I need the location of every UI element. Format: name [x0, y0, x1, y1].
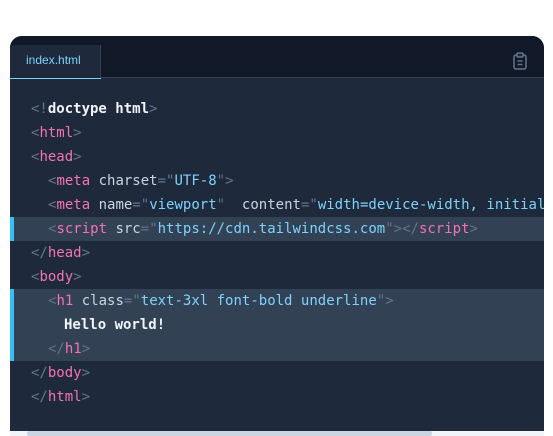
code-token: </ — [48, 341, 65, 357]
highlighted-code-line: Hello world! — [10, 313, 544, 337]
code-token: </ — [31, 245, 48, 261]
code-token: " — [140, 197, 150, 213]
code-token: script — [56, 221, 108, 237]
code-token: doctype html — [47, 101, 150, 117]
code-editor-panel: index.html <!doctype html> <html> <head>… — [10, 36, 544, 436]
code-line: </head> — [10, 241, 544, 265]
code-line: <body> — [10, 265, 544, 289]
code-token: = — [157, 173, 167, 189]
code-token: = — [140, 221, 150, 237]
code-token: " — [216, 197, 226, 213]
code-token: " — [216, 173, 226, 189]
code-token: https://cdn.tailwindcss.com — [157, 221, 386, 237]
code-token: > — [469, 221, 478, 237]
code-token: </ — [31, 365, 48, 381]
code-token: html — [47, 389, 82, 405]
code-token: " — [376, 293, 386, 309]
code-line: <!doctype html> — [10, 97, 544, 121]
code-token: head — [47, 245, 82, 261]
code-line: <meta charset="UTF-8"> — [10, 169, 544, 193]
code-token: > — [73, 149, 82, 165]
code-token: " — [149, 221, 158, 237]
highlighted-code-line: </h1> — [10, 337, 544, 361]
code-token: name — [98, 197, 133, 213]
code-token: h1 — [56, 293, 74, 309]
code-text: Hello world! — [64, 317, 166, 333]
scrollbar-thumb[interactable] — [27, 431, 432, 436]
active-tab-indicator — [10, 78, 101, 79]
code-token: class — [81, 293, 124, 309]
code-token: > — [73, 125, 82, 141]
code-token: </ — [31, 389, 48, 405]
code-token: > — [385, 293, 394, 309]
clipboard-icon — [513, 52, 527, 70]
code-token: > — [81, 341, 91, 357]
code-token: " — [385, 221, 394, 237]
code-token: body — [39, 269, 74, 285]
code-line: </html> — [10, 385, 544, 409]
code-line: <meta name="viewport" content="width=dev… — [10, 193, 544, 217]
code-token: > — [81, 389, 91, 405]
code-token: <! — [31, 101, 48, 117]
code-token: = — [132, 197, 141, 213]
tab-label: index.html — [26, 53, 81, 67]
code-token: src — [115, 221, 141, 237]
code-token: body — [47, 365, 82, 381]
code-line: <html> — [10, 121, 544, 145]
copy-button[interactable] — [512, 52, 528, 70]
tab-index-html[interactable]: index.html — [10, 45, 101, 79]
editor-tab-bar: index.html — [10, 36, 544, 79]
code-token: " — [132, 293, 141, 309]
code-line: </body> — [10, 361, 544, 385]
code-token: " — [309, 197, 318, 213]
code-token: head — [39, 149, 74, 165]
code-token: text-3xl font-bold underline — [140, 293, 377, 309]
code-token: > — [81, 245, 91, 261]
code-token: script — [418, 221, 470, 237]
code-token: > — [225, 173, 234, 189]
highlighted-code-line: <h1 class="text-3xl font-bold underline"… — [10, 289, 544, 313]
code-token: width=device-width, initial — [317, 197, 544, 213]
code-token: h1 — [64, 341, 82, 357]
code-token: meta — [56, 197, 91, 213]
code-token: html — [39, 125, 74, 141]
code-token: > — [81, 365, 91, 381]
code-token: ></ — [393, 221, 419, 237]
horizontal-scrollbar[interactable] — [10, 431, 544, 436]
highlighted-code-line: <script src="https://cdn.tailwindcss.com… — [10, 217, 544, 241]
code-token: > — [73, 269, 82, 285]
code-token: UTF-8 — [174, 173, 217, 189]
code-token: meta — [56, 173, 91, 189]
code-token: > — [149, 101, 158, 117]
code-token: charset — [98, 173, 158, 189]
code-line: <head> — [10, 145, 544, 169]
code-block: <!doctype html> <html> <head> <meta char… — [10, 97, 544, 409]
code-token: content — [241, 197, 301, 213]
code-token: viewport — [149, 197, 217, 213]
